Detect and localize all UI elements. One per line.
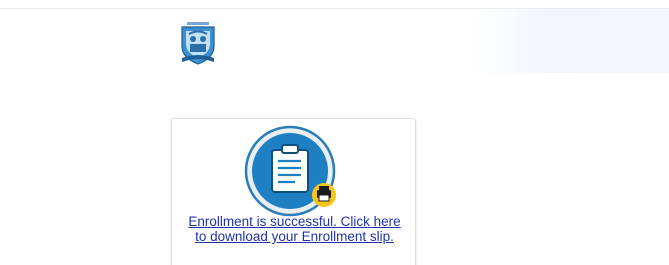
- enrollment-success-card: Enrollment is successful. Click here to …: [171, 118, 416, 265]
- university-crest-icon: [181, 22, 215, 65]
- header-band: [470, 9, 669, 73]
- enrollment-success-page: Enrollment is successful. Click here to …: [0, 0, 669, 265]
- printer-icon: [312, 183, 336, 207]
- download-enrollment-slip-link[interactable]: Enrollment is successful. Click here to …: [182, 214, 407, 244]
- clipboard-list-icon: [244, 125, 336, 217]
